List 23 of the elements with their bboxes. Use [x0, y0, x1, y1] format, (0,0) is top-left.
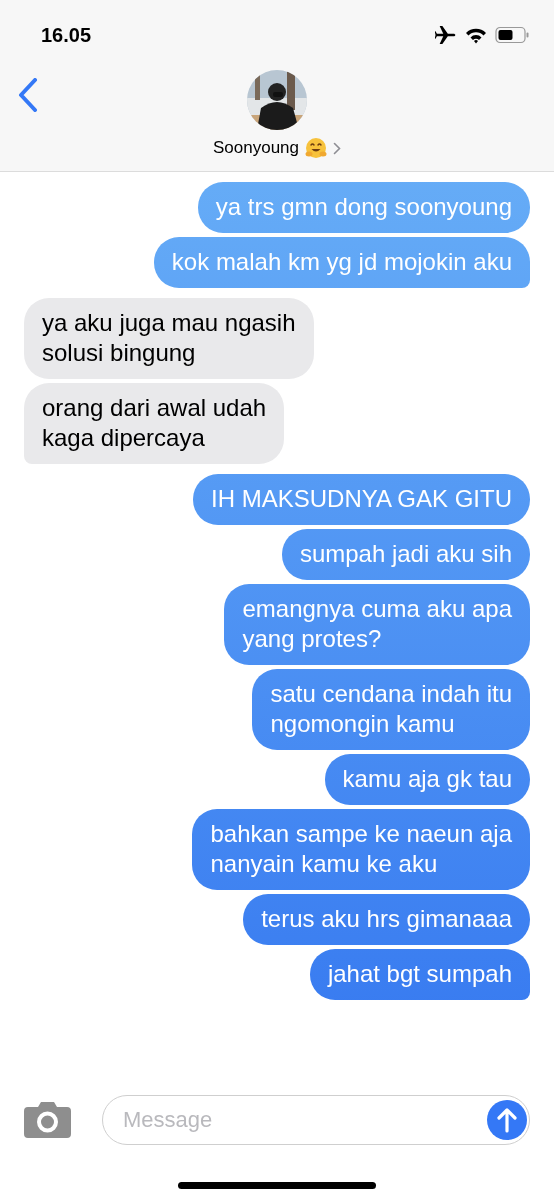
contact-name[interactable]: Soonyoung: [213, 138, 299, 158]
smiley-icon: [305, 137, 327, 159]
message-bubble: kamu aja gk tau: [324, 754, 530, 805]
message-bubble: ya aku juga mau ngasih solusi bingung: [24, 298, 314, 379]
camera-icon[interactable]: [24, 1102, 71, 1138]
chevron-right-icon[interactable]: [333, 141, 341, 155]
message-bubble: terus aku hrs gimanaaa: [243, 894, 530, 945]
message-field[interactable]: Message: [102, 1095, 530, 1145]
message-bubble: emangnya cuma aku apa yang protes?: [224, 584, 530, 665]
back-icon[interactable]: [18, 78, 38, 112]
message-bubble: ya trs gmn dong soonyoung: [197, 182, 530, 233]
wifi-icon: [465, 26, 487, 44]
message-bubble: bahkan sampe ke naeun aja nanyain kamu ke aku: [192, 809, 530, 890]
battery-icon: [495, 26, 530, 44]
message-bubble: sumpah jadi aku sih: [281, 529, 530, 580]
message-bubble: kok malah km yg jd mojokin aku: [153, 237, 530, 288]
message-bubble: satu cendana indah itu ngomongin kamu: [252, 669, 530, 750]
send-button[interactable]: [487, 1100, 527, 1140]
message-bubble: jahat bgt sumpah: [309, 949, 530, 1000]
status-time: 16.05: [41, 23, 92, 47]
airplane-icon: [435, 25, 457, 45]
message-bubble: orang dari awal udah kaga dipercaya: [24, 383, 285, 464]
message-bubble: IH MAKSUDNYA GAK GITU: [193, 474, 530, 525]
